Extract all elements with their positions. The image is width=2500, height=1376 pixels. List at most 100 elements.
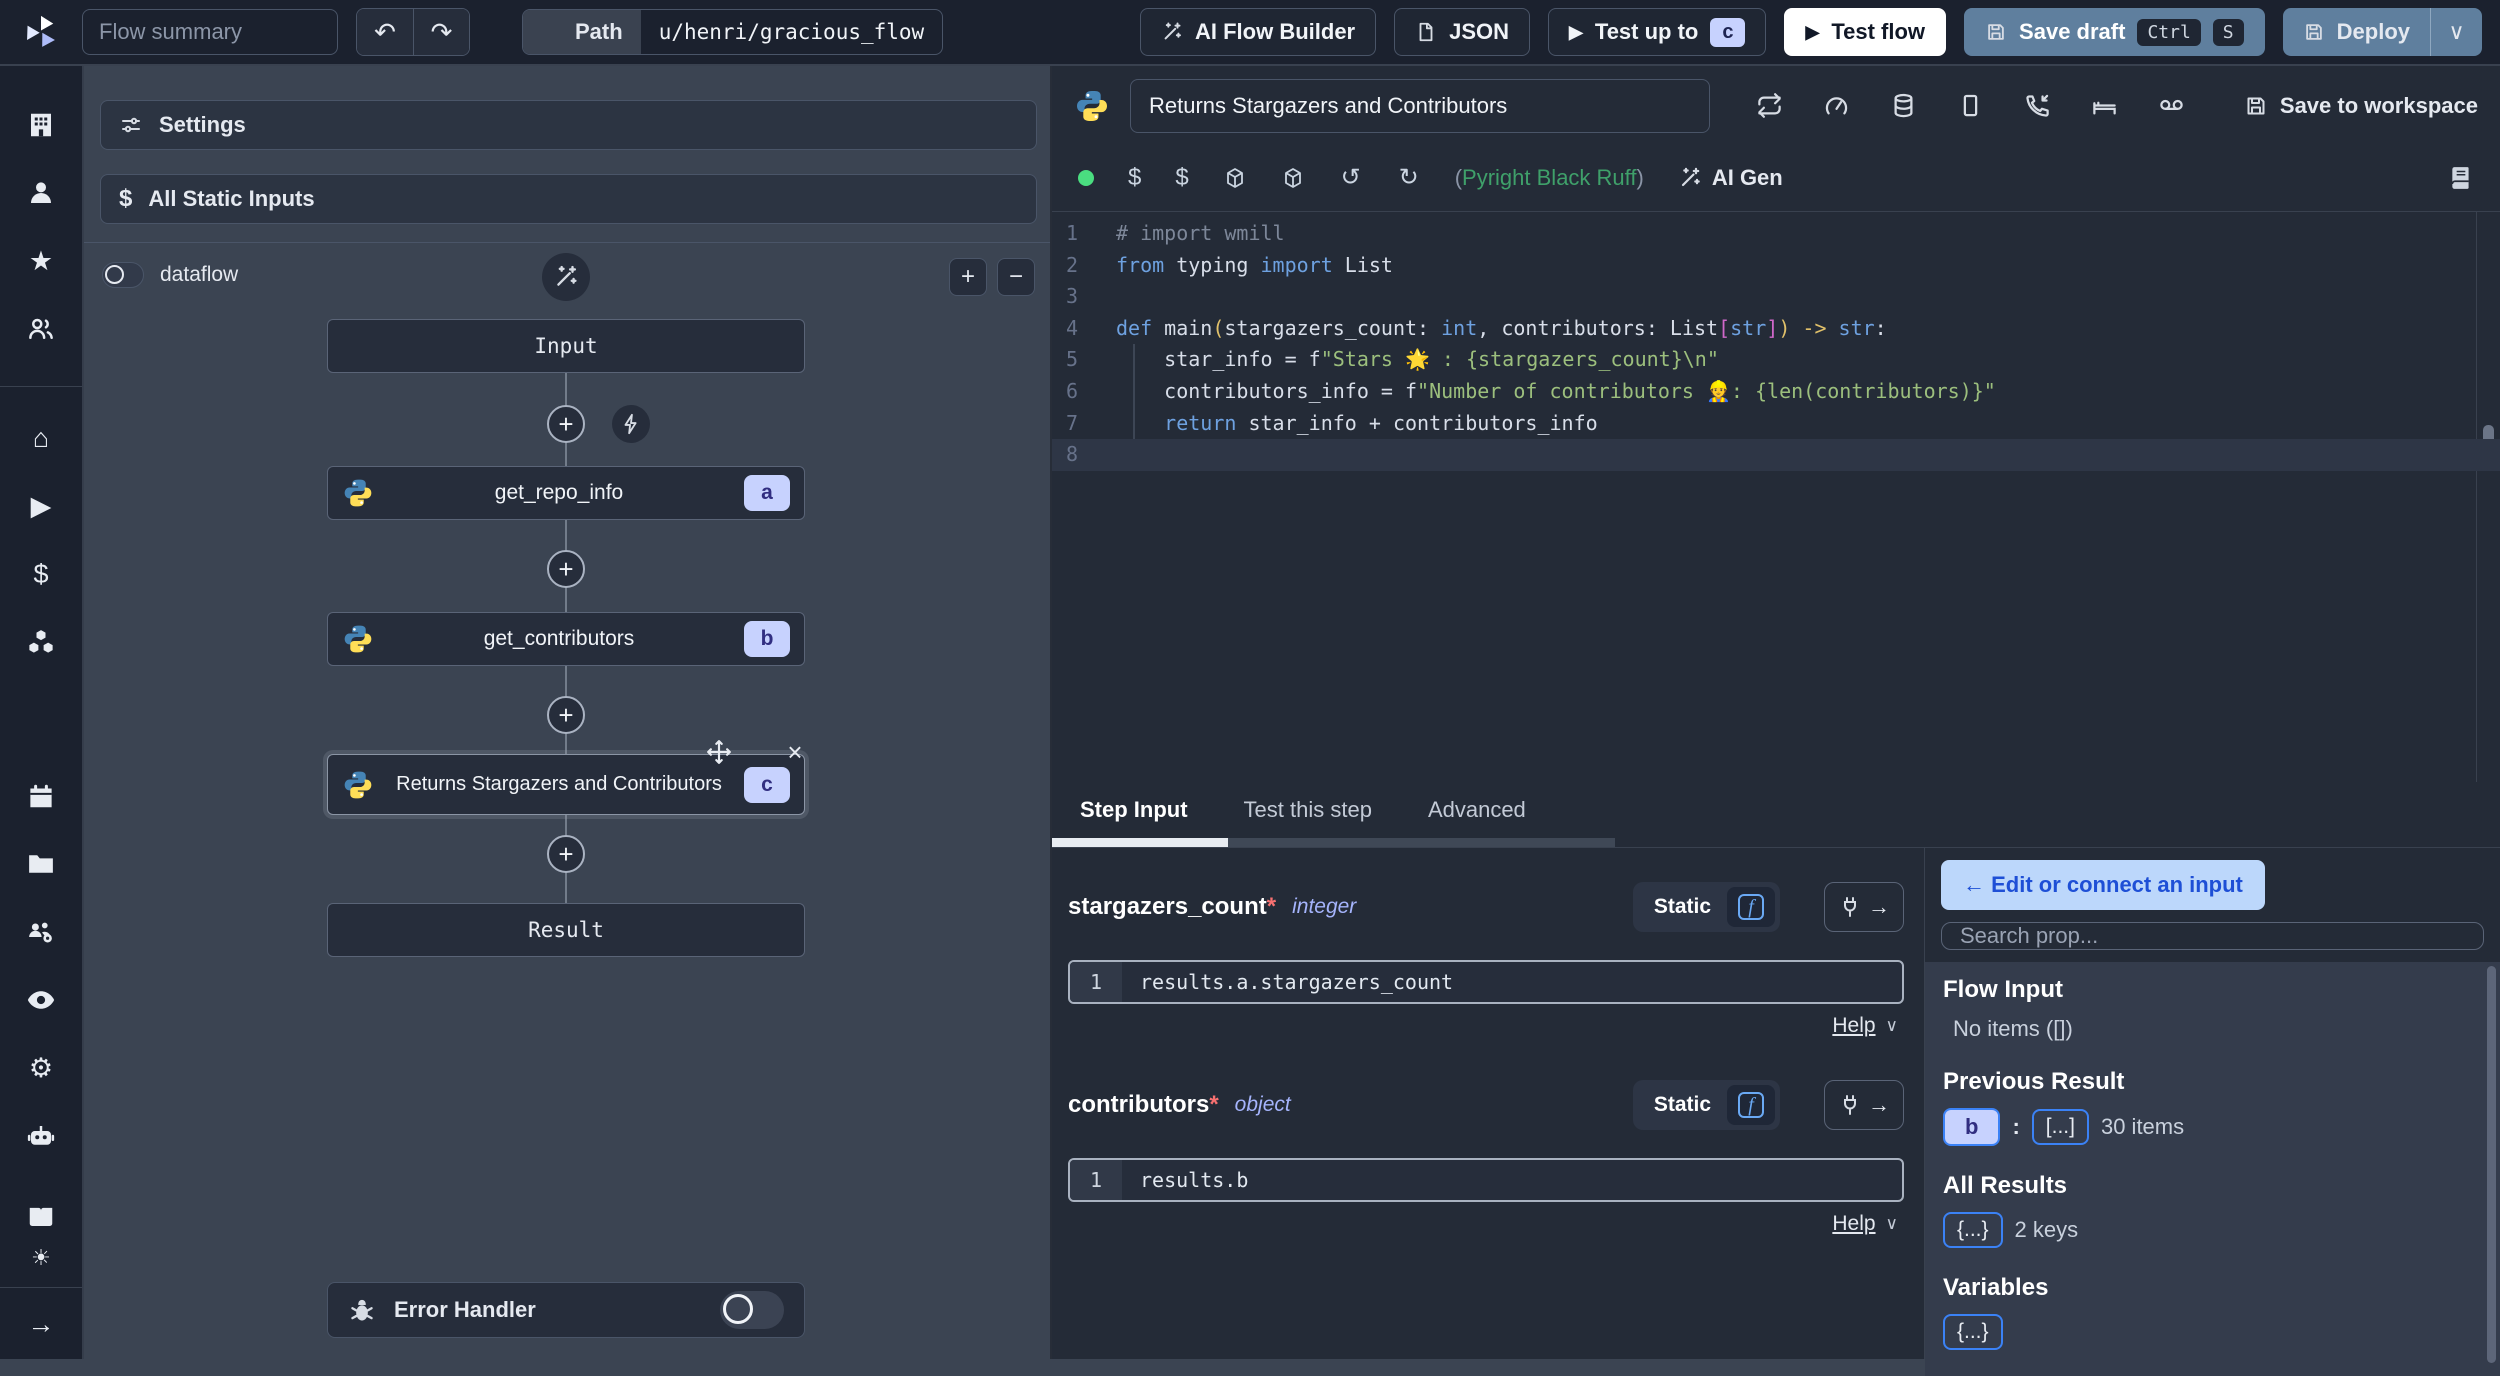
code-line[interactable]: 2 from typing import List [1052,250,2500,282]
code-line[interactable]: 7 return star_info + contributors_info [1052,408,2500,440]
undo-button[interactable]: ↶ [357,9,413,55]
object-expand-badge[interactable]: {...} [1943,1212,2003,1248]
deploy-dropdown-button[interactable]: ∨ [2430,8,2482,56]
mock-square-icon[interactable] [1957,92,1984,119]
tab-test-this-step[interactable]: Test this step [1216,782,1400,838]
flow-settings-button[interactable]: Settings [100,100,1037,150]
flow-node-b[interactable]: get_contributors b [327,612,805,666]
deploy-button[interactable]: Deploy [2282,8,2430,56]
retries-repeat-icon[interactable] [1756,92,1783,119]
insert-step-button-2[interactable]: + [547,550,585,588]
help-link[interactable]: Help [1832,1014,1875,1038]
step-title-input[interactable] [1130,78,1710,133]
insert-step-button-3[interactable]: + [547,696,585,734]
help-link[interactable]: Help [1832,1212,1875,1236]
voicemail-icon[interactable] [2158,92,2185,119]
props-scroll-area[interactable]: Flow Input No items ([]) Previous Result… [1925,962,2500,1376]
error-handler-toggle[interactable] [720,1291,784,1329]
theme-sun-icon[interactable]: ☀ [26,1243,56,1273]
workspace-building-icon[interactable] [26,110,56,140]
workers-group-icon[interactable] [26,917,56,947]
tab-step-input[interactable]: Step Input [1052,782,1216,838]
javascript-mode-segment[interactable]: f [1727,887,1775,927]
flow-node-result[interactable]: Result [327,903,805,957]
groups-users-icon[interactable] [26,314,56,344]
schedules-calendar-icon[interactable] [26,781,56,811]
tab-advanced[interactable]: Advanced [1400,782,1554,838]
flow-summary-input[interactable] [82,9,338,55]
test-up-to-button[interactable]: ▶ Test up to c [1548,8,1767,56]
code-line[interactable]: 5 star_info = f"Stars 🌟 : {stargazers_co… [1052,344,2500,376]
windmill-logo-icon[interactable] [18,9,64,55]
code-line[interactable]: 6 contributors_info = f"Number of contri… [1052,376,2500,408]
all-static-inputs-button[interactable]: $ All Static Inputs [100,174,1037,224]
docs-book-icon[interactable] [26,1201,56,1231]
ai-gen-button[interactable]: AI Gen [1678,165,1783,191]
connect-input-plug-button[interactable]: → [1824,882,1904,932]
user-icon[interactable] [26,178,56,208]
code-line[interactable]: 4 def main(stargazers_count: int, contrib… [1052,313,2500,345]
code-line[interactable]: 8 [1052,439,2500,471]
expand-arrow-icon[interactable]: → [26,1309,56,1339]
error-handler-node[interactable]: Error Handler [327,1282,805,1338]
flow-node-a[interactable]: get_repo_info a [327,466,805,520]
folders-icon[interactable] [26,849,56,879]
resources-cubes-icon[interactable] [26,627,56,657]
path-value[interactable]: u/henri/gracious_flow [641,10,943,54]
trigger-bolt-button[interactable] [612,405,650,443]
object-expand-badge[interactable]: {...} [1943,1314,2003,1350]
connect-input-plug-button[interactable]: → [1824,1080,1904,1130]
json-button[interactable]: JSON [1394,8,1531,56]
path-edit-chip[interactable]: Path [523,10,641,54]
graph-ai-wand-button[interactable] [542,253,590,301]
contributors-expression-input[interactable]: 1 results.b [1068,1158,1904,1202]
variable-picker-icon[interactable]: $ [1128,164,1141,192]
zoom-out-button[interactable]: − [997,258,1035,296]
stargazers-expression-input[interactable]: 1 results.a.stargazers_count [1068,960,1904,1004]
reset-icon[interactable]: ↺ [1339,166,1363,190]
move-icon[interactable] [706,739,732,765]
dataflow-toggle[interactable] [102,262,144,288]
reload-icon[interactable]: ↻ [1397,166,1421,190]
cache-database-icon[interactable] [1890,92,1917,119]
static-javascript-toggle[interactable]: Static f [1632,882,1780,932]
early-stop-gauge-icon[interactable] [1823,92,1850,119]
path-control[interactable]: Path u/henri/gracious_flow [522,9,944,55]
zoom-in-button[interactable]: + [949,258,987,296]
save-draft-button[interactable]: Save draft Ctrl S [1964,8,2265,56]
suspend-phone-icon[interactable] [2024,92,2051,119]
previous-result-key-badge[interactable]: b [1943,1108,2001,1146]
insert-step-button-1[interactable]: + [547,405,585,443]
audit-eye-icon[interactable] [26,985,56,1015]
ai-robot-icon[interactable] [26,1121,56,1151]
library-book-icon[interactable] [2448,165,2474,191]
search-prop-input[interactable] [1941,922,2484,950]
static-javascript-toggle[interactable]: Static f [1632,1080,1780,1130]
home-icon[interactable]: ⌂ [26,423,56,453]
save-to-workspace-button[interactable]: Save to workspace [2244,93,2478,119]
code-line[interactable]: 3 [1052,281,2500,313]
test-flow-button[interactable]: ▶ Test flow [1784,8,1947,56]
chevron-down-icon[interactable]: ∨ [1886,1214,1898,1234]
code-line[interactable]: 1 # import wmill [1052,218,2500,250]
chevron-down-icon[interactable]: ∨ [1886,1016,1898,1036]
resource-picker-icon[interactable]: $ [1175,164,1188,192]
insert-step-button-4[interactable]: + [547,835,585,873]
variables-dollar-icon[interactable]: $ [26,559,56,589]
close-icon[interactable]: × [782,739,808,765]
settings-gear-icon[interactable]: ⚙ [26,1053,56,1083]
flow-node-input[interactable]: Input [327,319,805,373]
javascript-mode-segment[interactable]: f [1727,1085,1775,1125]
ai-flow-builder-button[interactable]: AI Flow Builder [1140,8,1377,56]
code-editor[interactable]: 1 # import wmill 2 from typing import List 3… [1052,212,2500,782]
package-icon[interactable] [1281,166,1305,190]
props-scrollbar-thumb[interactable] [2487,966,2496,1364]
redo-button[interactable]: ↷ [413,9,469,55]
array-expand-badge[interactable]: [...] [2031,1109,2089,1145]
flow-node-c-selected[interactable]: × Returns Stargazers and Contributors c [327,739,805,815]
edit-or-connect-button[interactable]: ← Edit or connect an input [1941,860,2265,910]
package-icon[interactable] [1223,166,1247,190]
favorites-star-icon[interactable]: ★ [26,246,56,276]
runs-play-icon[interactable]: ▶ [26,491,56,521]
sleep-bed-icon[interactable] [2091,92,2118,119]
